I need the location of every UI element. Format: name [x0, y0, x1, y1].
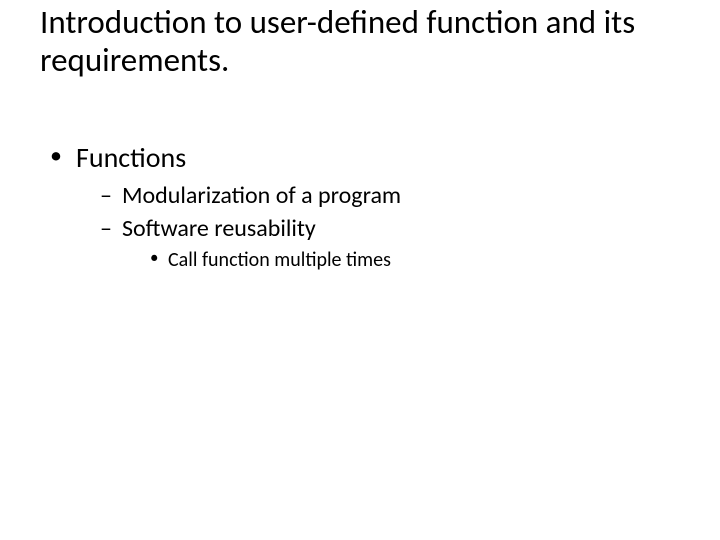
bullet-list-level1: Functions Modularization of a program So…: [40, 140, 680, 273]
slide-title: Introduction to user-defined function an…: [40, 4, 680, 80]
list-item-text: Call function multiple times: [168, 248, 391, 272]
list-item: Modularization of a program: [100, 180, 680, 211]
list-item: Functions Modularization of a program So…: [48, 140, 680, 273]
bullet-list-level2: Modularization of a program Software reu…: [76, 180, 680, 272]
list-item: Software reusability Call function multi…: [100, 213, 680, 272]
slide: Introduction to user-defined function an…: [0, 0, 720, 540]
bullet-list-level3: Call function multiple times: [122, 247, 680, 273]
list-item: Call function multiple times: [150, 247, 680, 273]
list-item-text: Functions: [76, 140, 186, 175]
list-item-text: Software reusability: [122, 214, 316, 243]
list-item-text: Modularization of a program: [122, 181, 401, 210]
